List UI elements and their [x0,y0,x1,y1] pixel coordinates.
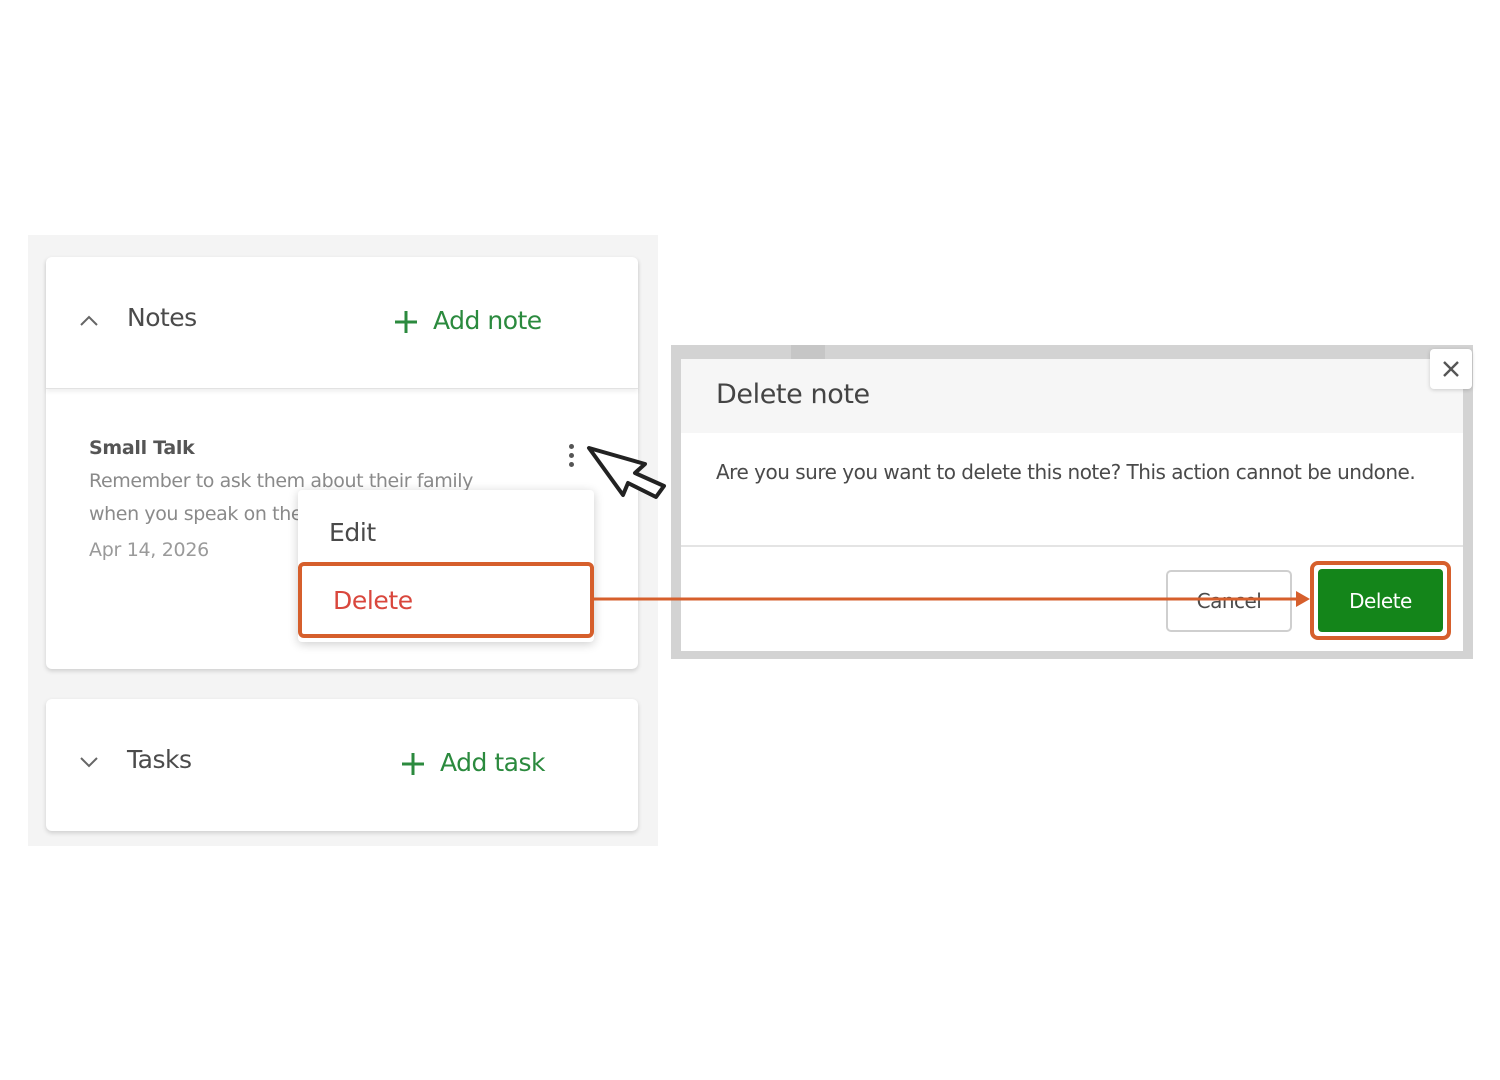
cursor-pointer-icon [587,446,666,499]
menu-item-delete[interactable]: Delete [298,562,594,638]
plus-icon [402,753,424,775]
add-task-label: Add task [440,747,545,777]
delete-button-highlight: Delete [1310,561,1451,640]
confirm-delete-button[interactable]: Delete [1318,569,1443,632]
connector-arrow [592,591,1310,607]
close-icon [1443,361,1459,377]
tasks-header[interactable]: Tasks Add task [46,699,638,831]
chevron-up-icon[interactable] [78,313,100,327]
tasks-title: Tasks [127,745,192,774]
chevron-down-icon[interactable] [78,755,100,769]
dialog-header: Delete note [681,359,1463,433]
note-title: Small Talk [89,437,195,459]
menu-item-edit[interactable]: Edit [298,510,594,556]
dialog-message: Are you sure you want to delete this not… [716,460,1416,484]
notes-header[interactable]: Notes Add note [46,257,638,389]
backdrop-tab [791,345,825,359]
dialog-title: Delete note [716,379,870,410]
close-button[interactable] [1430,349,1472,389]
notes-title: Notes [127,303,197,332]
add-task-button[interactable]: Add task [400,745,545,779]
add-note-button[interactable]: Add note [393,303,542,337]
add-note-label: Add note [433,305,542,335]
dialog-divider [681,545,1463,547]
note-context-menu: Edit Delete [298,490,594,642]
plus-icon [395,311,417,333]
more-vertical-icon[interactable] [564,444,578,478]
tasks-card: Tasks Add task [46,699,638,831]
